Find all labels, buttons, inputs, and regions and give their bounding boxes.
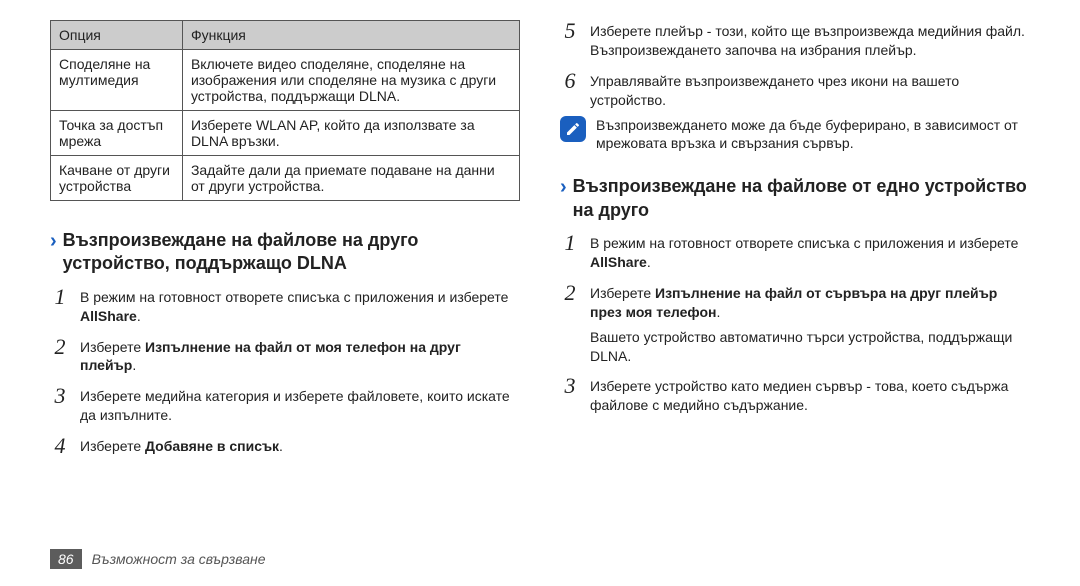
step: 2 Изберете Изпълнение на файл от моя тел… — [50, 336, 520, 376]
step: 5 Изберете плейър - този, който ще възпр… — [560, 20, 1030, 60]
chevron-icon: › — [50, 229, 57, 253]
step-number: 5 — [560, 20, 580, 60]
step-body: В режим на готовност отворете списъка с … — [80, 286, 520, 326]
step-body: Изберете медийна категория и изберете фа… — [80, 385, 520, 425]
step-number: 4 — [50, 435, 70, 457]
cell-function: Включете видео споделяне, споделяне на и… — [182, 50, 519, 111]
left-section-title: › Възпроизвеждане на файлове на друго ус… — [50, 229, 520, 276]
table-row: Качване от други устройства Задайте дали… — [51, 156, 520, 201]
step-text-pre: Изберете — [80, 339, 145, 355]
th-option: Опция — [51, 21, 183, 50]
step-body: Изберете Добавяне в списък. — [80, 435, 520, 457]
step-text-pre: Изберете плейър - този, който ще възпрои… — [590, 23, 1025, 58]
left-column: Опция Функция Споделяне на мултимедия Вк… — [50, 20, 520, 531]
step-text-post: . — [647, 254, 651, 270]
cell-function: Задайте дали да приемате подаване на дан… — [182, 156, 519, 201]
pencil-icon — [565, 121, 581, 137]
step: 3 Изберете устройство като медиен сървър… — [560, 375, 1030, 415]
step-text-post: . — [137, 308, 141, 324]
chevron-icon: › — [560, 175, 567, 199]
step: 6 Управлявайте възпроизвеждането чрез ик… — [560, 70, 1030, 110]
step-text-post: . — [716, 304, 720, 320]
step-number: 3 — [50, 385, 70, 425]
right-section-title: › Възпроизвеждане на файлове от едно уст… — [560, 175, 1030, 222]
section-title-text: Възпроизвеждане на файлове на друго устр… — [63, 229, 520, 276]
step-body: Изберете Изпълнение на файл от моя телеф… — [80, 336, 520, 376]
table-row: Споделяне на мултимедия Включете видео с… — [51, 50, 520, 111]
section-title-text: Възпроизвеждане на файлове от едно устро… — [573, 175, 1030, 222]
step-text-pre: Изберете медийна категория и изберете фа… — [80, 388, 510, 423]
step-text-pre: В режим на готовност отворете списъка с … — [80, 289, 508, 305]
right-steps-bottom: 1 В режим на готовност отворете списъка … — [560, 232, 1030, 415]
table-row: Точка за достъп мрежа Изберете WLAN AP, … — [51, 111, 520, 156]
options-table: Опция Функция Споделяне на мултимедия Вк… — [50, 20, 520, 201]
step: 1 В режим на готовност отворете списъка … — [560, 232, 1030, 272]
step-number: 3 — [560, 375, 580, 415]
step: 3 Изберете медийна категория и изберете … — [50, 385, 520, 425]
step-text-pre: Управлявайте възпроизвеждането чрез икон… — [590, 73, 959, 108]
footer-title: Възможност за свързване — [92, 551, 266, 567]
cell-option: Точка за достъп мрежа — [51, 111, 183, 156]
left-steps: 1 В режим на готовност отворете списъка … — [50, 286, 520, 457]
step-text-pre: В режим на готовност отворете списъка с … — [590, 235, 1018, 251]
step-text-post: . — [279, 438, 283, 454]
step-text-bold: AllShare — [80, 308, 137, 324]
step-body: Изберете плейър - този, който ще възпрои… — [590, 20, 1030, 60]
note-text: Възпроизвеждането може да бъде буфериран… — [596, 116, 1030, 154]
step: 4 Изберете Добавяне в списък. — [50, 435, 520, 457]
step-text-post: . — [132, 357, 136, 373]
note-box: Възпроизвеждането може да бъде буфериран… — [560, 116, 1030, 154]
step-number: 2 — [50, 336, 70, 376]
right-steps-top: 5 Изберете плейър - този, който ще възпр… — [560, 20, 1030, 110]
page-footer: 86 Възможност за свързване — [0, 541, 1080, 576]
step: 2 Изберете Изпълнение на файл от сървъра… — [560, 282, 1030, 366]
step-body: В режим на готовност отворете списъка с … — [590, 232, 1030, 272]
step-number: 2 — [560, 282, 580, 366]
page-content: Опция Функция Споделяне на мултимедия Вк… — [0, 0, 1080, 541]
step-text-pre: Изберете устройство като медиен сървър -… — [590, 378, 1008, 413]
cell-function: Изберете WLAN AP, който да използвате за… — [182, 111, 519, 156]
step-text-extra: Вашето устройство автоматично търси устр… — [590, 328, 1030, 366]
step-body: Управлявайте възпроизвеждането чрез икон… — [590, 70, 1030, 110]
step-text-bold: AllShare — [590, 254, 647, 270]
step-number: 1 — [50, 286, 70, 326]
step-number: 1 — [560, 232, 580, 272]
page-number: 86 — [50, 549, 82, 569]
step: 1 В режим на готовност отворете списъка … — [50, 286, 520, 326]
step-body: Изберете Изпълнение на файл от сървъра н… — [590, 282, 1030, 366]
th-function: Функция — [182, 21, 519, 50]
step-body: Изберете устройство като медиен сървър -… — [590, 375, 1030, 415]
step-text-pre: Изберете — [80, 438, 145, 454]
right-column: 5 Изберете плейър - този, който ще възпр… — [560, 20, 1030, 531]
step-text-pre: Изберете — [590, 285, 655, 301]
note-icon — [560, 116, 586, 142]
step-text-bold: Добавяне в списък — [145, 438, 279, 454]
cell-option: Качване от други устройства — [51, 156, 183, 201]
step-number: 6 — [560, 70, 580, 110]
cell-option: Споделяне на мултимедия — [51, 50, 183, 111]
